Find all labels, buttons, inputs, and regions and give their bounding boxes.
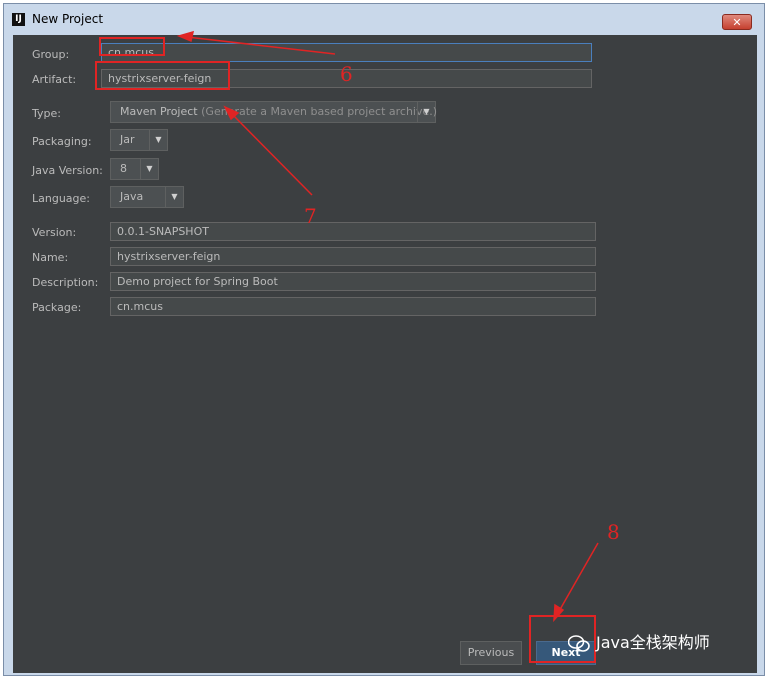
annotation-number-7: 7 — [304, 204, 317, 228]
watermark-text: Java全栈架构师 — [596, 633, 710, 652]
arrow-7-line — [230, 112, 313, 196]
wechat-icon — [568, 634, 590, 652]
arrow-8-line — [557, 542, 599, 614]
arrow-6-head — [176, 30, 195, 43]
watermark: Java全栈架构师 — [568, 629, 710, 653]
annotation-arrows — [176, 30, 599, 623]
annotation-number-6: 6 — [340, 62, 353, 86]
arrow-6-line — [186, 36, 336, 55]
annotation-number-8: 8 — [607, 520, 620, 544]
